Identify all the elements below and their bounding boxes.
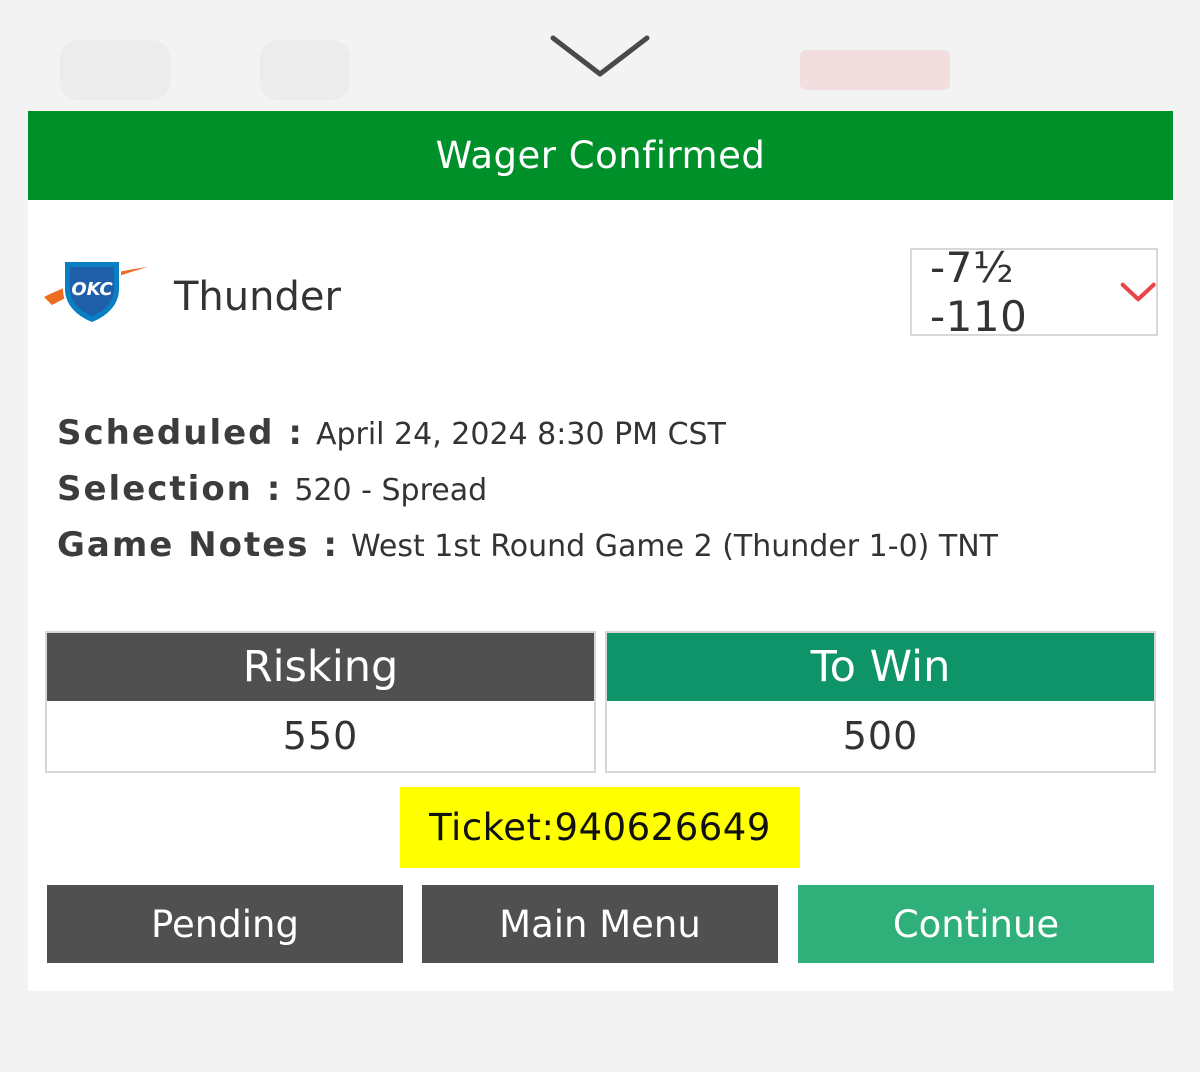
to-win-box: To Win 500 [605, 631, 1156, 773]
chevron-down-icon[interactable] [550, 30, 650, 80]
logo-text: OKC [71, 279, 113, 300]
detail-key: Selection : [57, 469, 283, 509]
screen: Wager Confirmed OKC Thunder -7½ -110 Sch… [0, 0, 1200, 1072]
wager-confirmation-modal: Wager Confirmed OKC Thunder -7½ -110 Sch… [28, 111, 1173, 991]
detail-value: 520 - Spread [294, 473, 488, 508]
pending-button[interactable]: Pending [47, 885, 403, 963]
chevron-down-icon [1120, 282, 1156, 302]
continue-button[interactable]: Continue [798, 885, 1154, 963]
risking-box: Risking 550 [45, 631, 596, 773]
header-title: Wager Confirmed [435, 134, 766, 177]
odds-dropdown[interactable]: -7½ -110 [910, 243, 1158, 341]
detail-value: April 24, 2024 8:30 PM CST [315, 417, 726, 452]
ticket-number: Ticket:940626649 [400, 787, 800, 868]
main-menu-button[interactable]: Main Menu [422, 885, 778, 963]
detail-game-notes: Game Notes : West 1st Round Game 2 (Thun… [57, 525, 998, 581]
risking-label: Risking [47, 633, 594, 701]
to-win-value: 500 [842, 714, 919, 758]
detail-scheduled: Scheduled : April 24, 2024 8:30 PM CST [57, 413, 998, 469]
detail-key: Scheduled : [57, 413, 304, 453]
bet-details: Scheduled : April 24, 2024 8:30 PM CST S… [57, 413, 998, 581]
background-blur [800, 50, 950, 90]
risking-value: 550 [282, 714, 359, 758]
odds-line: -7½ -110 [930, 243, 1028, 341]
team-row: OKC Thunder -7½ -110 [28, 200, 1173, 380]
to-win-label: To Win [607, 633, 1154, 701]
detail-key: Game Notes : [57, 525, 339, 565]
background-blur [260, 40, 350, 100]
team-logo: OKC [44, 260, 148, 325]
team-name: Thunder [174, 274, 341, 320]
modal-header: Wager Confirmed [28, 111, 1173, 200]
background-blur [60, 40, 170, 100]
detail-value: West 1st Round Game 2 (Thunder 1-0) TNT [350, 529, 998, 564]
detail-selection: Selection : 520 - Spread [57, 469, 998, 525]
